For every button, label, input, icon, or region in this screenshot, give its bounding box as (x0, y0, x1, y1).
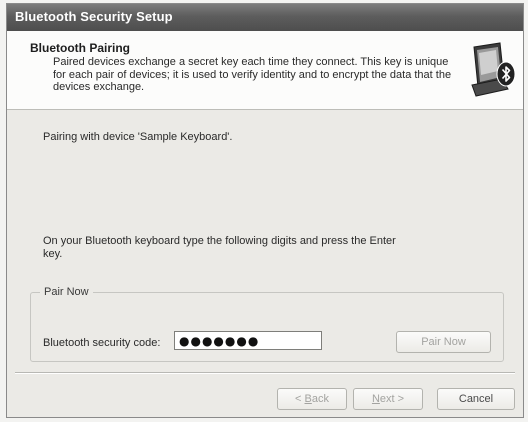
next-button[interactable]: Next > (353, 388, 423, 410)
instruction-text: On your Bluetooth keyboard type the foll… (43, 235, 396, 260)
header-description: Paired devices exchange a secret key eac… (53, 56, 452, 93)
back-label-rest: ack (311, 393, 329, 405)
window-title: Bluetooth Security Setup (15, 9, 173, 24)
back-accelerator: B (304, 393, 312, 405)
pair-now-groupbox: Pair Now Bluetooth security code: ●●●●●●… (30, 286, 504, 362)
bluetooth-security-setup-window: Bluetooth Security Setup Bluetooth Pairi… (6, 3, 524, 418)
next-accelerator: N (371, 393, 380, 405)
groupbox-label: Pair Now (40, 286, 93, 298)
security-code-field[interactable]: ●●●●●●● (174, 331, 322, 350)
header-title: Bluetooth Pairing (30, 41, 130, 55)
wizard-content: Pairing with device 'Sample Keyboard'. O… (7, 110, 523, 372)
title-bar[interactable]: Bluetooth Security Setup (7, 4, 523, 31)
next-label-rest: ext (379, 393, 395, 405)
security-code-label: Bluetooth security code: (43, 337, 161, 349)
back-button[interactable]: < Back (277, 388, 347, 410)
footer-divider (15, 372, 515, 374)
wizard-header: Bluetooth Pairing Paired devices exchang… (7, 31, 523, 110)
cancel-button[interactable]: Cancel (437, 388, 515, 410)
next-suffix: > (394, 393, 405, 405)
pair-now-button[interactable]: Pair Now (396, 331, 491, 353)
pairing-status-text: Pairing with device 'Sample Keyboard'. (43, 131, 233, 143)
back-prefix: < (295, 393, 305, 405)
bluetooth-pc-icon (470, 41, 516, 97)
